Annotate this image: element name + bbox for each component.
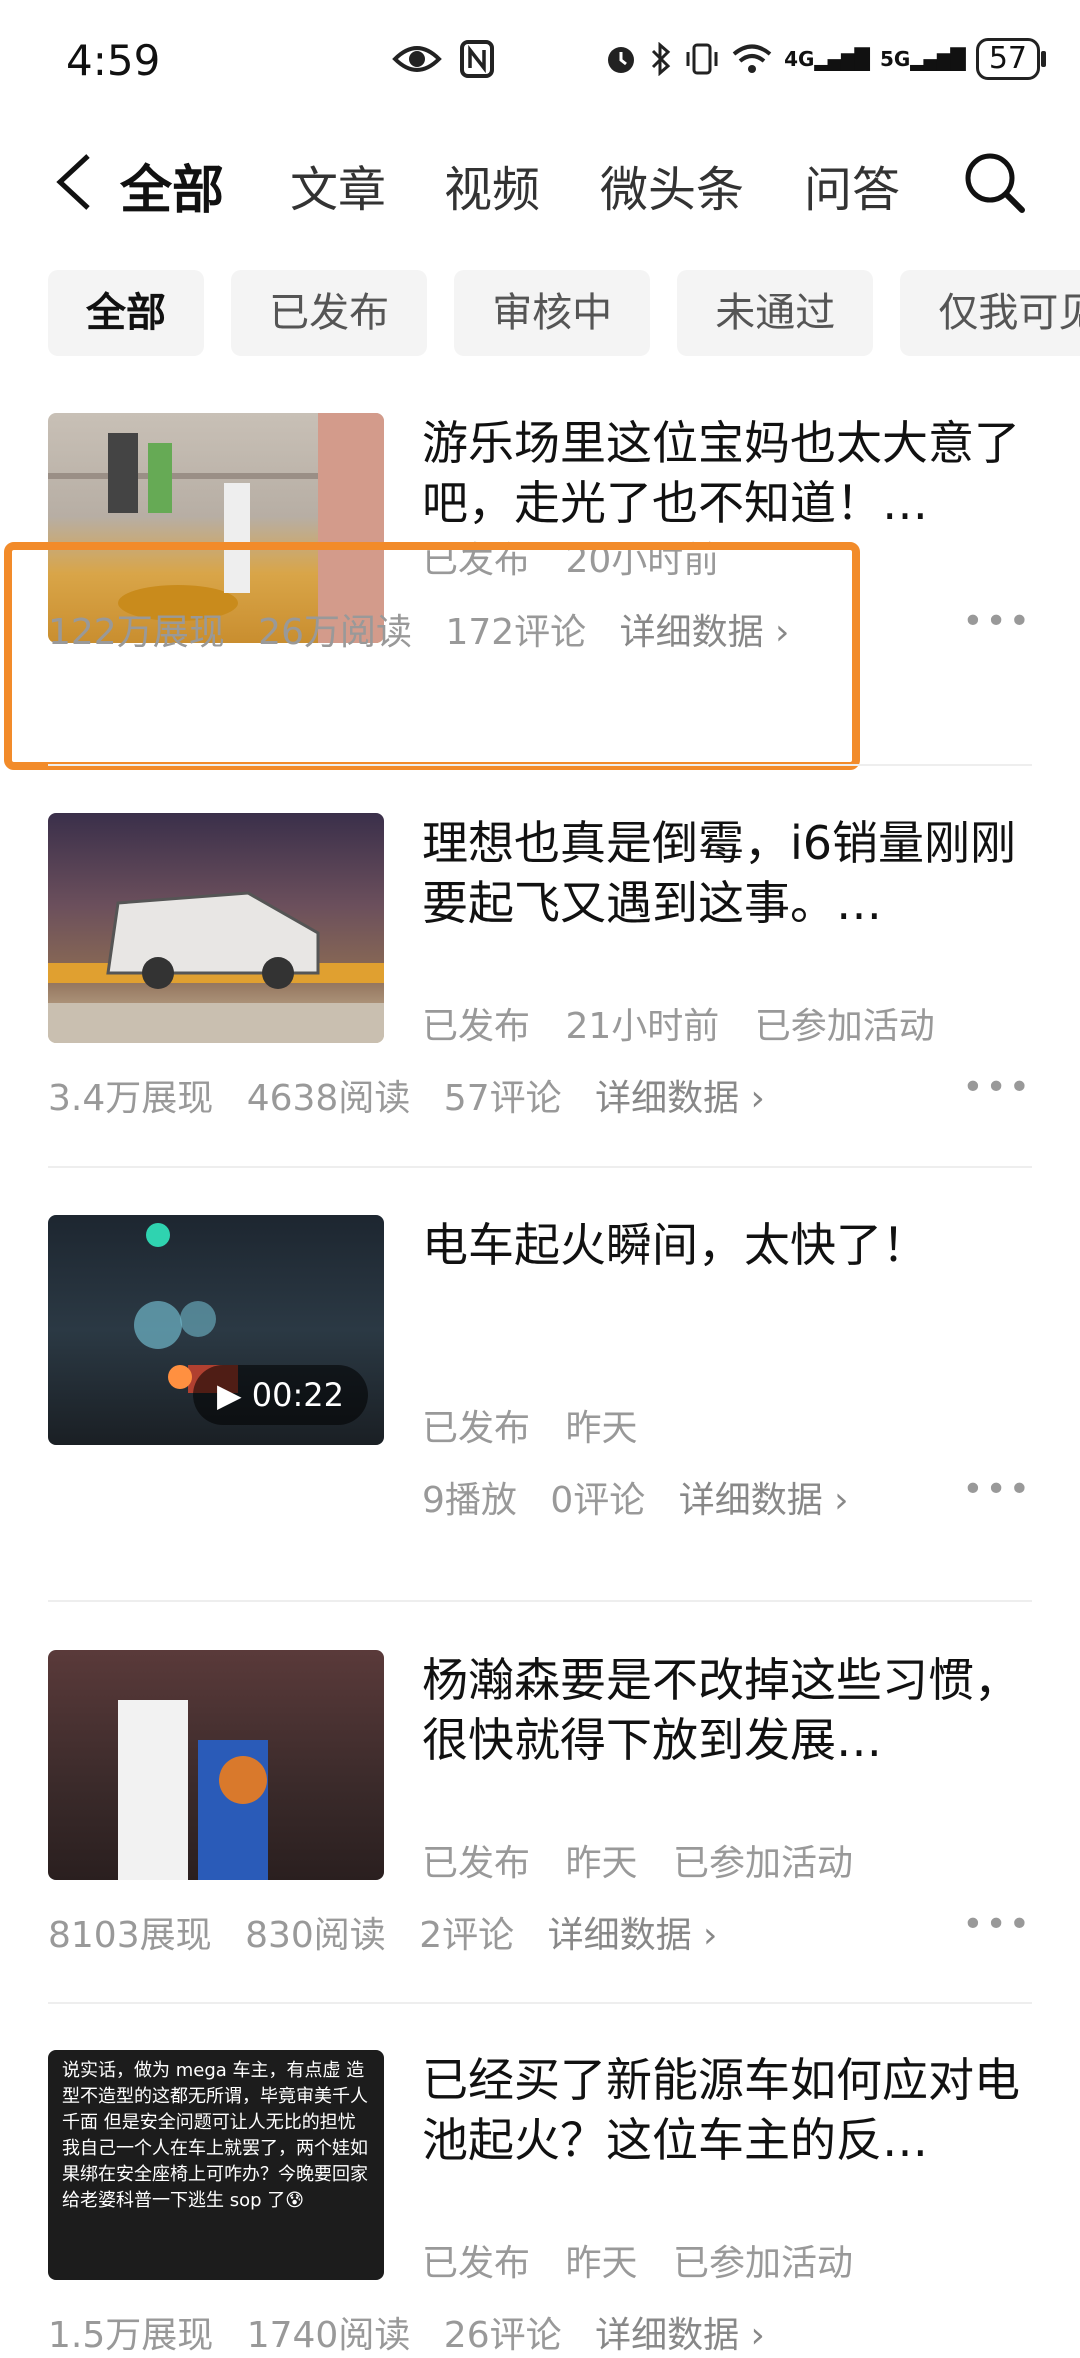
filter-all[interactable]: 全部 [48, 270, 204, 356]
article-title[interactable]: 理想也真是倒霉，i6销量刚刚要起飞又遇到这事。… [422, 813, 1042, 933]
more-options-icon[interactable]: ••• [962, 601, 1032, 642]
filter-published[interactable]: 已发布 [231, 270, 428, 356]
reads-count: 1740阅读 [246, 2315, 411, 2356]
comments-count: 0评论 [550, 1480, 646, 1521]
tab-qa[interactable]: 问答 [804, 150, 900, 220]
filter-private[interactable]: 仅我可见 [900, 270, 1080, 356]
impressions-count: 8103展现 [48, 1915, 212, 1956]
activity-status: 已参加活动 [754, 1006, 935, 1047]
highlight-annotation-box [4, 542, 860, 770]
back-arrow-icon[interactable] [50, 152, 100, 212]
activity-status: 已参加活动 [672, 1843, 853, 1884]
reads-count: 830阅读 [245, 1915, 386, 1956]
filter-reviewing[interactable]: 审核中 [454, 270, 651, 356]
eye-icon [392, 46, 442, 72]
video-thumbnail: ▶ 00:22 [48, 1215, 384, 1445]
vibrate-icon [686, 43, 718, 75]
tab-videos[interactable]: 视频 [444, 150, 540, 220]
comments-count: 26评论 [443, 2315, 562, 2356]
publish-time: 昨天 [565, 1408, 638, 1449]
tab-all[interactable]: 全部 [120, 148, 224, 223]
publish-time: 昨天 [565, 2243, 638, 2284]
article-item[interactable]: 理想也真是倒霉，i6销量刚刚要起飞又遇到这事。… 已发布 21小时前 已参加活动… [48, 813, 1032, 1119]
article-title[interactable]: 杨瀚森要是不改掉这些习惯，很快就得下放到发展… [422, 1650, 1042, 1770]
reads-count: 4638阅读 [246, 1078, 411, 1119]
article-title[interactable]: 电车起火瞬间，太快了！ [422, 1215, 1042, 1275]
article-item[interactable]: 杨瀚森要是不改掉这些习惯，很快就得下放到发展… 已发布 昨天 已参加活动 810… [48, 1650, 1032, 1956]
signal-5g-icon: 5G▂▄▆█ [879, 47, 966, 71]
battery-indicator: 57 [975, 38, 1047, 80]
top-nav: 全部 文章 视频 微头条 问答 [0, 130, 1080, 230]
bluetooth-icon [652, 42, 671, 76]
divider [48, 1600, 1032, 1602]
comments-count: 57评论 [443, 1078, 562, 1119]
more-options-icon[interactable]: ••• [962, 1067, 1032, 1108]
article-thumbnail: 说实话，做为 mega 车主，有点虚 造型不造型的这都无所谓，毕竟审美千人千面 … [48, 2050, 384, 2280]
article-thumbnail [48, 1650, 384, 1880]
thumbnail-caption: 说实话，做为 mega 车主，有点虚 造型不造型的这都无所谓，毕竟审美千人千面 … [62, 2060, 368, 2211]
detail-data-link[interactable]: 详细数据 › [679, 1480, 849, 1521]
plays-count: 9播放 [422, 1480, 517, 1521]
tab-micro-posts[interactable]: 微头条 [600, 150, 744, 220]
filter-chips: 全部 已发布 审核中 未通过 仅我可见 [48, 270, 1080, 356]
video-duration-badge: ▶ 00:22 [193, 1365, 368, 1425]
publish-status: 已发布 [422, 1843, 531, 1884]
impressions-count: 3.4万展现 [48, 1078, 214, 1119]
publish-status: 已发布 [422, 1408, 531, 1449]
article-item[interactable]: ▶ 00:22 电车起火瞬间，太快了！ 已发布 昨天 9播放 0评论 详细数据 … [48, 1215, 1032, 1521]
activity-status: 已参加活动 [672, 2243, 853, 2284]
publish-status: 已发布 [422, 2243, 531, 2284]
divider [48, 1166, 1032, 1168]
tab-articles[interactable]: 文章 [290, 150, 386, 220]
article-item[interactable]: 说实话，做为 mega 车主，有点虚 造型不造型的这都无所谓，毕竟审美千人千面 … [48, 2050, 1032, 2356]
publish-status: 已发布 [422, 1006, 531, 1047]
signal-4g-icon: 4G▂▄▆█ [784, 47, 870, 71]
publish-time: 21小时前 [565, 1006, 720, 1047]
more-options-icon[interactable]: ••• [962, 1904, 1032, 1945]
filter-rejected[interactable]: 未通过 [677, 270, 874, 356]
divider [48, 2002, 1032, 2004]
more-options-icon[interactable]: ••• [962, 1469, 1032, 1510]
status-time: 4:59 [66, 36, 161, 85]
article-title[interactable]: 已经买了新能源车如何应对电池起火？这位车主的反… [422, 2050, 1042, 2170]
nfc-icon [460, 40, 494, 78]
article-thumbnail [48, 813, 384, 1043]
status-bar: 4:59 4G▂▄▆█ 5G▂▄▆█ 57 [0, 0, 1080, 120]
impressions-count: 1.5万展现 [48, 2315, 214, 2356]
detail-data-link[interactable]: 详细数据 › [595, 2315, 765, 2356]
alarm-icon [608, 47, 635, 73]
article-title[interactable]: 游乐场里这位宝妈也太大意了吧，走光了也不知道！… [422, 413, 1042, 533]
play-icon: ▶ [217, 1376, 242, 1414]
comments-count: 2评论 [419, 1915, 515, 1956]
search-icon[interactable] [960, 148, 1030, 218]
wifi-icon [732, 44, 772, 73]
detail-data-link[interactable]: 详细数据 › [595, 1078, 765, 1119]
divider [48, 764, 1032, 766]
publish-time: 昨天 [565, 1843, 638, 1884]
detail-data-link[interactable]: 详细数据 › [548, 1915, 718, 1956]
